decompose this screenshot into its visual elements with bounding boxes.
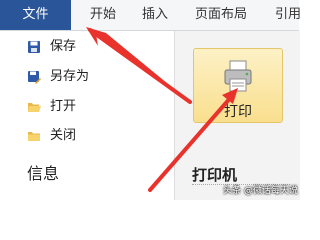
tab-references[interactable]: 引用 <box>275 0 301 30</box>
open-folder-icon <box>27 100 41 114</box>
tab-page-layout[interactable]: 页面布局 <box>195 0 247 30</box>
printer-icon <box>223 59 253 93</box>
section-info-heading: 信息 <box>27 164 60 183</box>
print-button[interactable]: 打印 <box>193 48 283 123</box>
tab-home[interactable]: 开始 <box>90 0 116 30</box>
watermark: 头条 @微话每天说 <box>223 186 298 196</box>
printer-heading: 打印机 <box>192 166 238 184</box>
print-button-label: 打印 <box>224 104 252 120</box>
close-folder-icon <box>27 129 41 143</box>
tab-file[interactable]: 文件 <box>0 0 71 30</box>
backstage-menu <box>0 31 173 200</box>
save-icon <box>27 40 41 54</box>
tab-insert[interactable]: 插入 <box>142 0 168 30</box>
save-as-icon <box>27 70 41 84</box>
ribbon-tab-bar: 文件 开始 插入 页面布局 引用 <box>0 0 301 31</box>
